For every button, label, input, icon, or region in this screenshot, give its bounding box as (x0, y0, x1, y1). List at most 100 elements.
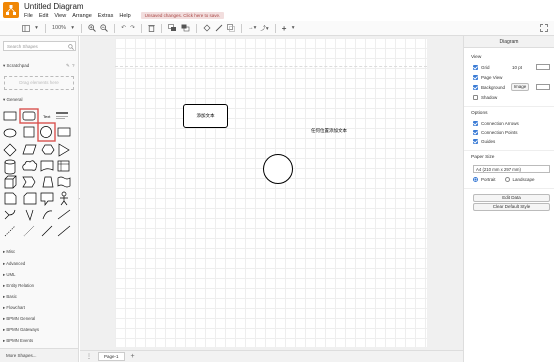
more-shapes-button[interactable]: More Shapes... (0, 348, 78, 362)
connection-points-option[interactable]: Connection Points (473, 130, 518, 135)
curly-bracket-shape[interactable] (25, 209, 34, 222)
or-shape[interactable] (4, 209, 16, 220)
page-tab[interactable]: Page-1 (98, 352, 125, 361)
pages-menu-icon[interactable]: ⋮ (86, 353, 92, 360)
to-front-icon[interactable] (166, 23, 179, 34)
chevron-down-icon[interactable]: ▾ (32, 23, 41, 34)
arrow-curve-shape[interactable] (42, 210, 53, 220)
landscape-radio[interactable] (504, 177, 510, 182)
insert-plus-icon[interactable]: + (280, 23, 289, 34)
note-shape[interactable] (4, 192, 17, 205)
shadow-option[interactable]: Shadow (473, 95, 497, 100)
menu-view[interactable]: View (54, 13, 66, 19)
connector-shape[interactable] (41, 225, 53, 237)
guides-option[interactable]: Guides (473, 139, 495, 144)
menu-file[interactable]: File (24, 13, 33, 19)
grid-option[interactable]: Grid (473, 65, 490, 70)
cylinder-shape[interactable] (4, 159, 16, 175)
bidirectional-arrow-shape[interactable] (57, 225, 71, 237)
delete-icon[interactable] (146, 23, 157, 34)
heading-text-shape[interactable] (56, 112, 68, 119)
text-shape[interactable]: Text (43, 114, 51, 119)
paper-size-select[interactable]: A4 (210 mm x 297 mm) (473, 165, 550, 173)
grid-color-swatch[interactable] (536, 64, 550, 70)
connection-points-checkbox[interactable] (473, 130, 478, 135)
internal-storage-shape[interactable] (57, 160, 70, 172)
guides-checkbox[interactable] (473, 139, 478, 144)
insert-dropdown-icon[interactable]: ▾ (289, 23, 298, 34)
background-image-button[interactable]: Image (511, 83, 529, 91)
scratchpad-drop-area[interactable]: Drag elements here (4, 76, 74, 90)
unsaved-changes-notice[interactable]: Unsaved changes. Click here to save. (140, 12, 225, 19)
zoom-level[interactable]: 100% (50, 23, 68, 34)
fill-color-icon[interactable] (201, 23, 213, 34)
zoom-dropdown-icon[interactable]: ▾ (68, 23, 77, 34)
menu-help[interactable]: Help (119, 13, 130, 19)
trapezoid-shape[interactable] (42, 176, 54, 188)
parallelogram-shape[interactable] (22, 144, 37, 155)
category-advanced[interactable]: ▸ Advanced (3, 261, 25, 267)
page-view-option[interactable]: Page View (473, 75, 502, 80)
triangle-shape[interactable] (58, 143, 70, 157)
ellipse-shape[interactable] (3, 128, 17, 138)
to-back-icon[interactable] (179, 23, 192, 34)
circle-shape[interactable] (40, 126, 52, 138)
document-title[interactable]: Untitled Diagram (24, 2, 84, 11)
circle-node[interactable] (263, 154, 293, 184)
rectangle-shape[interactable] (3, 111, 17, 121)
connection-arrows-option[interactable]: Connection Arrows (473, 121, 519, 126)
diagram-canvas[interactable]: 添加文本 任何位置添加文本 (80, 36, 463, 350)
menu-extras[interactable]: Extras (98, 13, 114, 19)
rounded-rectangle-shape[interactable] (22, 111, 36, 121)
process-shape[interactable] (57, 127, 71, 137)
category-bpmn-general[interactable]: ▸ BPMN General (3, 316, 35, 322)
category-flowchart[interactable]: ▸ Flowchart (3, 305, 25, 311)
tape-shape[interactable] (57, 176, 71, 188)
general-section-title[interactable]: ▾ General (3, 97, 23, 103)
redo-icon[interactable]: ↷ (128, 23, 137, 34)
zoom-in-icon[interactable] (86, 23, 98, 34)
diamond-shape[interactable] (3, 143, 17, 157)
portrait-radio[interactable] (473, 177, 478, 182)
category-basic[interactable]: ▸ Basic (3, 294, 17, 300)
hexagon-shape[interactable] (41, 144, 55, 155)
scratchpad-title[interactable]: ▾ Scratchpad (3, 63, 29, 69)
add-page-button[interactable]: + (131, 353, 135, 360)
dashed-line-shape[interactable] (4, 225, 16, 237)
line-color-icon[interactable] (213, 23, 225, 34)
grid-size-input[interactable]: 10 pt (512, 65, 522, 70)
connection-arrows-checkbox[interactable] (473, 121, 478, 126)
format-panel-toggle-icon[interactable] (20, 23, 32, 34)
page-view-checkbox[interactable] (473, 75, 478, 80)
menu-edit[interactable]: Edit (39, 13, 48, 19)
search-icon[interactable] (68, 44, 76, 52)
callout-shape[interactable] (40, 192, 54, 207)
background-option[interactable]: Background (473, 85, 505, 90)
shadow-icon[interactable] (225, 23, 237, 34)
zoom-out-icon[interactable] (98, 23, 110, 34)
card-shape[interactable] (23, 192, 37, 205)
shadow-checkbox[interactable] (473, 95, 478, 100)
search-shapes-input[interactable]: Search Shapes (3, 41, 76, 51)
cube-shape[interactable] (4, 175, 17, 189)
menu-arrange[interactable]: Arrange (72, 13, 92, 19)
category-uml[interactable]: ▸ UML (3, 272, 15, 278)
category-misc[interactable]: ▸ Misc (3, 249, 15, 255)
text-node[interactable]: 任何位置添加文本 (311, 128, 347, 134)
category-bpmn-gateways[interactable]: ▸ BPMN Gateways (3, 327, 39, 333)
square-shape[interactable] (23, 126, 35, 138)
connection-style-icon[interactable]: →▾ (246, 23, 258, 34)
waypoints-icon[interactable]: ⤴▾ (258, 23, 270, 34)
dotted-line-shape[interactable] (23, 225, 35, 237)
category-entity-relation[interactable]: ▸ Entity Relation (3, 283, 34, 289)
background-checkbox[interactable] (473, 85, 478, 90)
rounded-rectangle-node[interactable]: 添加文本 (183, 104, 228, 128)
edit-scratchpad-icon[interactable]: ✎ (66, 63, 70, 69)
background-color-swatch[interactable] (536, 84, 550, 90)
clear-default-style-button[interactable]: Clear Default Style (473, 203, 550, 211)
document-shape[interactable] (40, 160, 54, 172)
help-icon[interactable]: ? (72, 63, 75, 68)
diagram-page[interactable]: 添加文本 任何位置添加文本 (115, 38, 427, 347)
undo-icon[interactable]: ↶ (119, 23, 128, 34)
step-shape[interactable] (22, 176, 36, 188)
